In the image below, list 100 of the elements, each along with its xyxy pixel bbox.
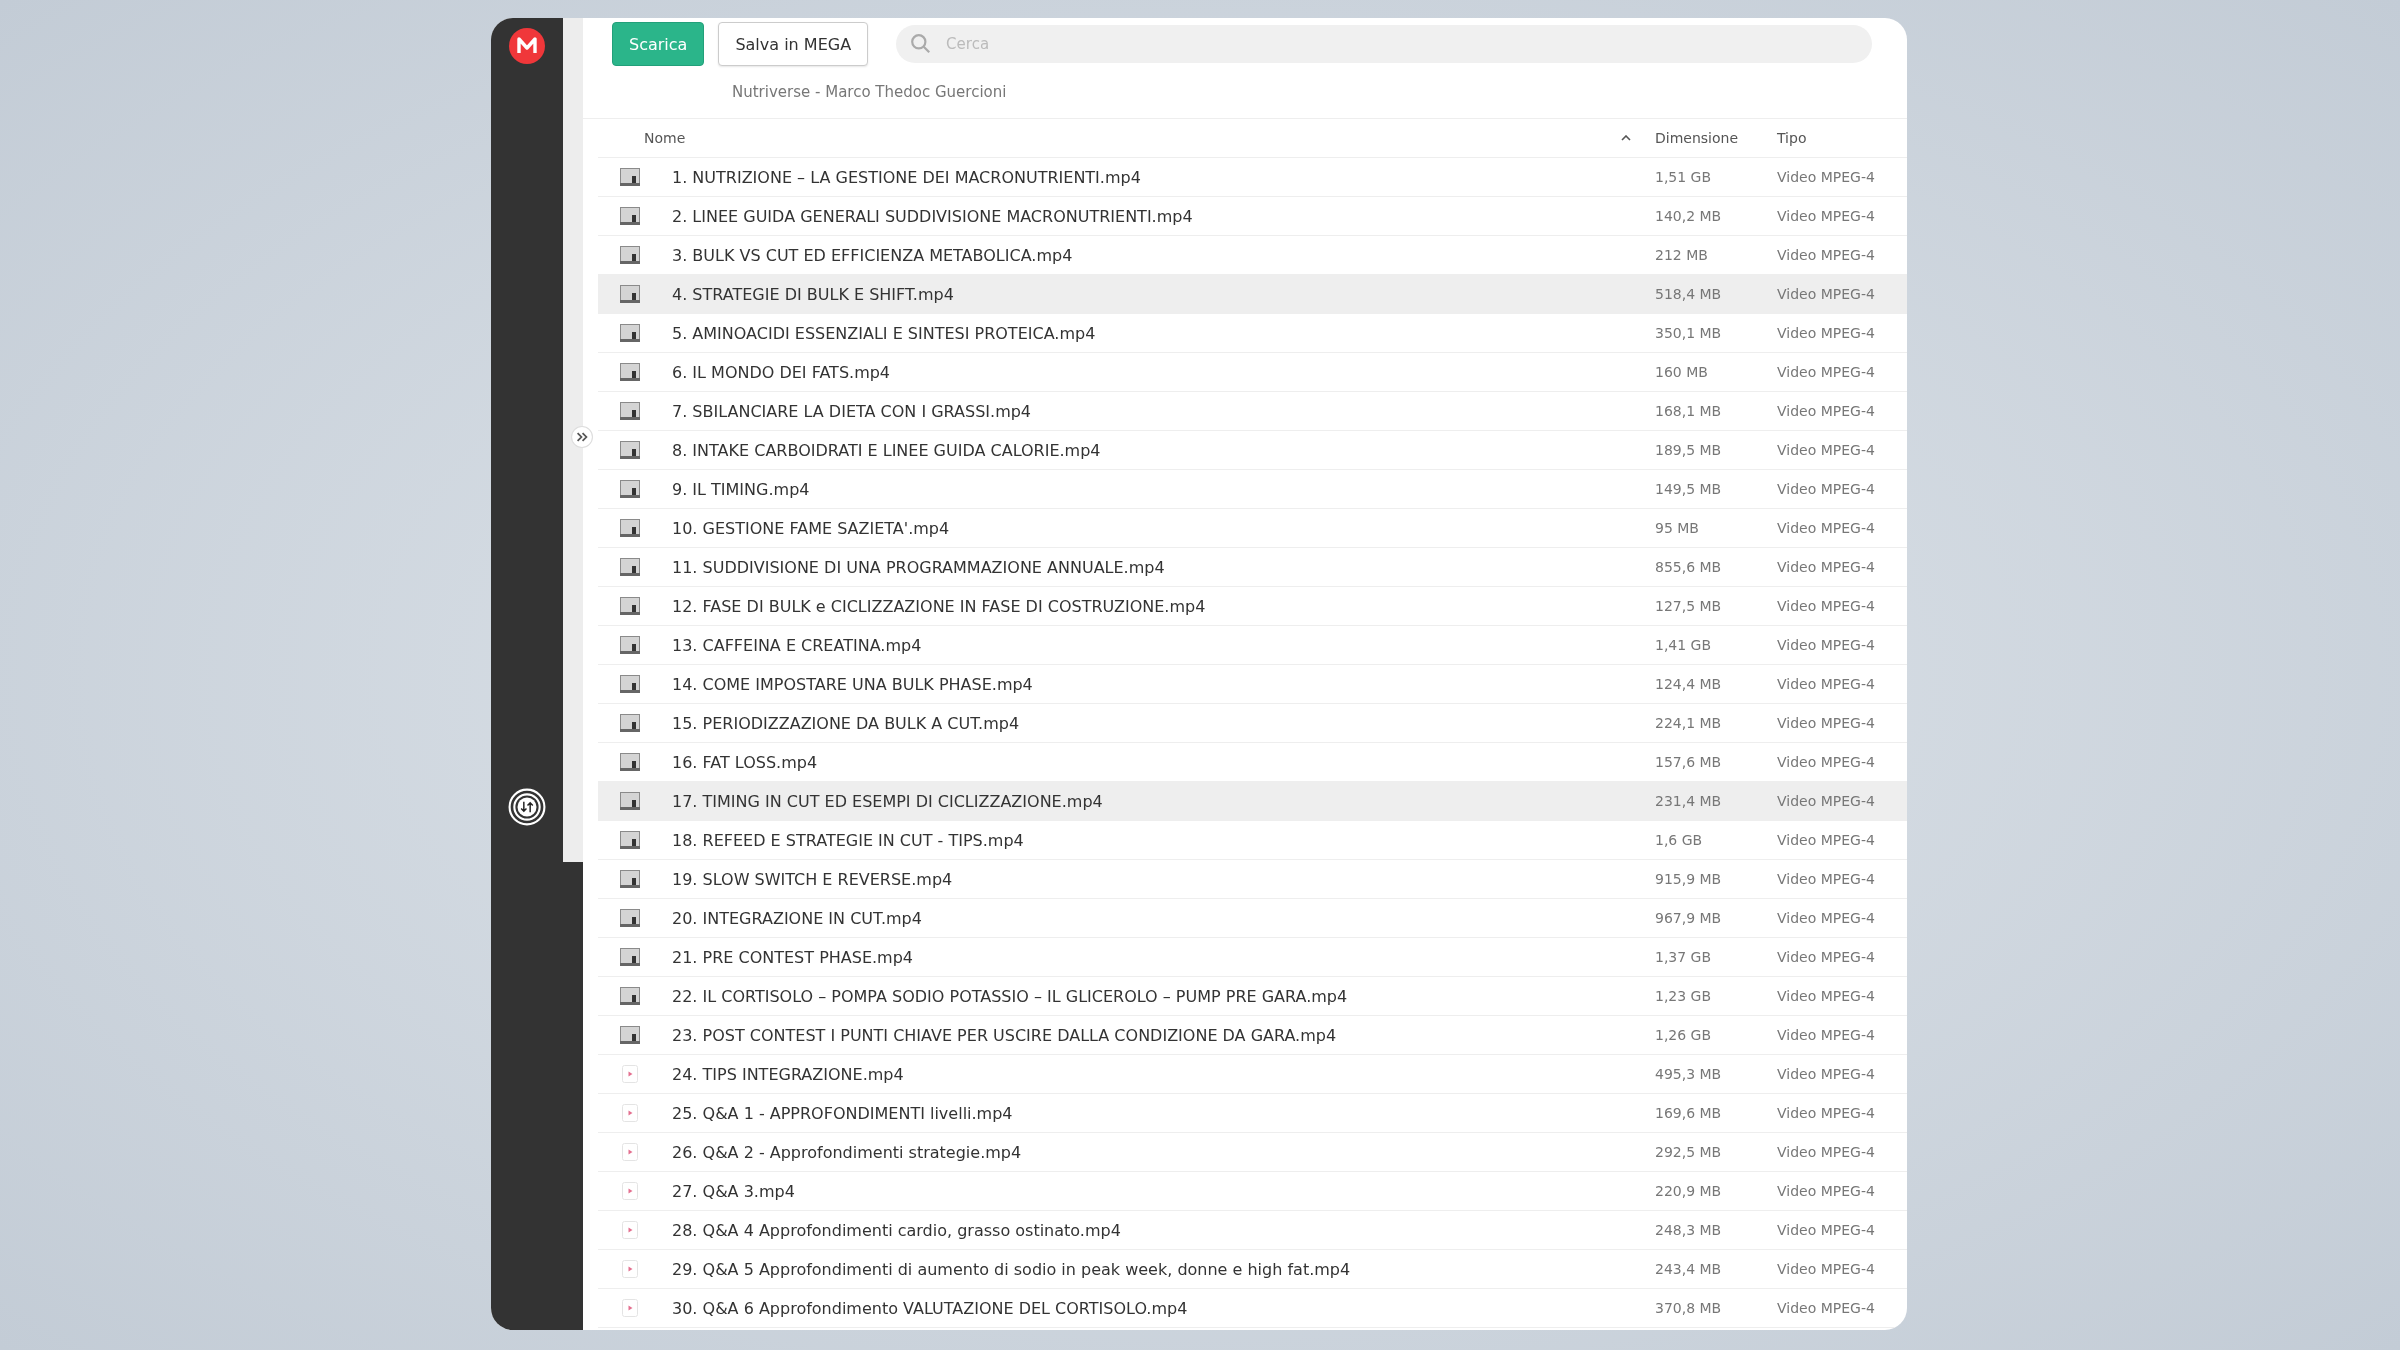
file-row[interactable]: 26. Q&A 2 - Approfondimenti strategie.mp4 292,5 MB Video MPEG-4	[598, 1133, 1907, 1172]
file-type: Video MPEG-4	[1777, 1144, 1875, 1160]
thumbnail-placeholder	[620, 480, 640, 498]
file-name: 27. Q&A 3.mp4	[672, 1181, 795, 1201]
file-size: 124,4 MB	[1655, 676, 1722, 692]
file-row[interactable]: 14. COME IMPOSTARE UNA BULK PHASE.mp4 124,4 MB Video MPEG-4	[598, 665, 1907, 704]
file-row[interactable]: 7. SBILANCIARE LA DIETA CON I GRASSI.mp4 168,1 MB Video MPEG-4	[598, 392, 1907, 431]
thumbnail-placeholder	[620, 558, 640, 576]
file-name: 22. IL CORTISOLO – POMPA SODIO POTASSIO – IL GLICEROLO – PUMP PRE GARA.mp4	[672, 986, 1348, 1006]
video-file-icon	[622, 1065, 638, 1083]
file-row[interactable]: 18. REFEED E STRATEGIE IN CUT - TIPS.mp4 1,6 GB Video MPEG-4	[598, 821, 1907, 860]
file-size: 292,5 MB	[1655, 1144, 1722, 1160]
file-row[interactable]: 2. LINEE GUIDA GENERALI SUDDIVISIONE MACRONUTRIENTI.mp4 140,2 MB Video MPEG-4	[598, 197, 1907, 236]
thumbnail-placeholder	[620, 714, 640, 732]
expand-icon[interactable]	[571, 426, 593, 448]
file-name: 17. TIMING IN CUT ED ESEMPI DI CICLIZZAZIONE.mp4	[672, 791, 1103, 811]
thumbnail-placeholder	[620, 675, 640, 693]
file-size: 1,26 GB	[1655, 1027, 1712, 1043]
file-name: 4. STRATEGIE DI BULK E SHIFT.mp4	[672, 284, 954, 304]
file-type: Video MPEG-4	[1777, 325, 1875, 341]
thumbnail-placeholder	[620, 363, 640, 381]
file-row[interactable]: 13. CAFFEINA E CREATINA.mp4 1,41 GB Video MPEG-4	[598, 626, 1907, 665]
file-row[interactable]: 6. IL MONDO DEI FATS.mp4 160 MB Video MPEG-4	[598, 353, 1907, 392]
thumbnail-placeholder	[620, 324, 640, 342]
logo-icon[interactable]	[509, 28, 545, 64]
file-name: 13. CAFFEINA E CREATINA.mp4	[672, 635, 922, 655]
file-name: 25. Q&A 1 - APPROFONDIMENTI livelli.mp4	[672, 1103, 1013, 1123]
file-row[interactable]: 22. IL CORTISOLO – POMPA SODIO POTASSIO – IL GLICEROLO – PUMP PRE GARA.mp4 1,23 GB Video MPEG-4	[598, 977, 1907, 1016]
thumbnail-placeholder	[620, 402, 640, 420]
thumbnail-placeholder	[620, 168, 640, 186]
file-row[interactable]: 21. PRE CONTEST PHASE.mp4 1,37 GB Video MPEG-4	[598, 938, 1907, 977]
thumbnail-placeholder	[620, 207, 640, 225]
video-file-icon	[622, 1299, 638, 1317]
file-type: Video MPEG-4	[1777, 1105, 1875, 1121]
video-file-icon	[622, 1143, 638, 1161]
file-size: 243,4 MB	[1655, 1261, 1722, 1277]
thumbnail-placeholder	[620, 597, 640, 615]
file-row[interactable]: 4. STRATEGIE DI BULK E SHIFT.mp4 518,4 MB Video MPEG-4	[598, 275, 1907, 314]
file-row[interactable]: 15. PERIODIZZAZIONE DA BULK A CUT.mp4 224,1 MB Video MPEG-4	[598, 704, 1907, 743]
file-row[interactable]: 28. Q&A 4 Approfondimenti cardio, grasso ostinato.mp4 248,3 MB Video MPEG-4	[598, 1211, 1907, 1250]
file-row[interactable]: 5. AMINOACIDI ESSENZIALI E SINTESI PROTEICA.mp4 350,1 MB Video MPEG-4	[598, 314, 1907, 353]
video-file-icon	[622, 1104, 638, 1122]
file-size: 140,2 MB	[1655, 208, 1722, 224]
file-size: 127,5 MB	[1655, 598, 1722, 614]
video-file-icon	[622, 1221, 638, 1239]
file-size: 231,4 MB	[1655, 793, 1722, 809]
file-type: Video MPEG-4	[1777, 169, 1875, 185]
column-header[interactable]: Tipo	[1777, 130, 1807, 146]
file-size: 168,1 MB	[1655, 403, 1722, 419]
thumbnail-placeholder	[620, 246, 640, 264]
file-name: 18. REFEED E STRATEGIE IN CUT - TIPS.mp4	[672, 830, 1024, 850]
file-name: 1. NUTRIZIONE – LA GESTIONE DEI MACRONUTRIENTI.mp4	[672, 167, 1141, 187]
file-row[interactable]: 24. TIPS INTEGRAZIONE.mp4 495,3 MB Video MPEG-4	[598, 1055, 1907, 1094]
thumbnail-placeholder	[620, 285, 640, 303]
breadcrumb[interactable]: Nutriverse - Marco Thedoc Guercioni	[732, 83, 1007, 101]
file-size: 224,1 MB	[1655, 715, 1722, 731]
file-row[interactable]: 20. INTEGRAZIONE IN CUT.mp4 967,9 MB Video MPEG-4	[598, 899, 1907, 938]
column-header[interactable]: Dimensione	[1655, 130, 1739, 146]
file-row[interactable]: 12. FASE DI BULK e CICLIZZAZIONE IN FASE DI COSTRUZIONE.mp4 127,5 MB Video MPEG-4	[598, 587, 1907, 626]
file-type: Video MPEG-4	[1777, 988, 1875, 1004]
file-row[interactable]: 9. IL TIMING.mp4 149,5 MB Video MPEG-4	[598, 470, 1907, 509]
file-row[interactable]: 29. Q&A 5 Approfondimenti di aumento di sodio in peak week, donne e high fat.mp4 243,4 MB Video MPEG-4	[598, 1250, 1907, 1289]
file-type: Video MPEG-4	[1777, 403, 1875, 419]
file-row[interactable]: 10. GESTIONE FAME SAZIETA'.mp4 95 MB Video MPEG-4	[598, 509, 1907, 548]
file-size: 915,9 MB	[1655, 871, 1722, 887]
file-row[interactable]: 11. SUDDIVISIONE DI UNA PROGRAMMAZIONE ANNUALE.mp4 855,6 MB Video MPEG-4	[598, 548, 1907, 587]
file-name: 19. SLOW SWITCH E REVERSE.mp4	[672, 869, 953, 889]
file-row[interactable]: 23. POST CONTEST I PUNTI CHIAVE PER USCIRE DALLA CONDIZIONE DA GARA.mp4 1,26 GB Video MPEG-4	[598, 1016, 1907, 1055]
file-type: Video MPEG-4	[1777, 676, 1875, 692]
file-size: 157,6 MB	[1655, 754, 1722, 770]
file-type: Video MPEG-4	[1777, 598, 1875, 614]
file-size: 1,37 GB	[1655, 949, 1712, 965]
thumbnail-placeholder	[620, 519, 640, 537]
file-row[interactable]: 1. NUTRIZIONE – LA GESTIONE DEI MACRONUTRIENTI.mp4 1,51 GB Video MPEG-4	[598, 158, 1907, 197]
video-file-icon	[622, 1182, 638, 1200]
file-row[interactable]: 19. SLOW SWITCH E REVERSE.mp4 915,9 MB Video MPEG-4	[598, 860, 1907, 899]
file-type: Video MPEG-4	[1777, 1066, 1875, 1082]
save-button[interactable]: Salva in MEGA	[718, 22, 869, 66]
file-name: 20. INTEGRAZIONE IN CUT.mp4	[672, 908, 922, 928]
file-size: 370,8 MB	[1655, 1300, 1722, 1316]
column-header[interactable]: Nome	[644, 130, 686, 146]
file-type: Video MPEG-4	[1777, 442, 1875, 458]
thumbnail-placeholder	[620, 909, 640, 927]
sync-icon[interactable]	[508, 788, 546, 826]
file-size: 169,6 MB	[1655, 1105, 1722, 1121]
sort-caret-icon[interactable]	[1621, 135, 1631, 141]
file-row[interactable]: 17. TIMING IN CUT ED ESEMPI DI CICLIZZAZIONE.mp4 231,4 MB Video MPEG-4	[598, 782, 1907, 821]
file-name: 7. SBILANCIARE LA DIETA CON I GRASSI.mp4	[672, 401, 1032, 421]
thumbnail-placeholder	[620, 987, 640, 1005]
file-type: Video MPEG-4	[1777, 910, 1875, 926]
file-row[interactable]: 25. Q&A 1 - APPROFONDIMENTI livelli.mp4 169,6 MB Video MPEG-4	[598, 1094, 1907, 1133]
file-row[interactable]: 27. Q&A 3.mp4 220,9 MB Video MPEG-4	[598, 1172, 1907, 1211]
file-row[interactable]: 8. INTAKE CARBOIDRATI E LINEE GUIDA CALORIE.mp4 189,5 MB Video MPEG-4	[598, 431, 1907, 470]
file-name: 11. SUDDIVISIONE DI UNA PROGRAMMAZIONE ANNUALE.mp4	[672, 557, 1165, 577]
file-row[interactable]: 30. Q&A 6 Approfondimento VALUTAZIONE DEL CORTISOLO.mp4 370,8 MB Video MPEG-4	[598, 1289, 1907, 1328]
thumbnail-placeholder	[620, 636, 640, 654]
file-name: 28. Q&A 4 Approfondimenti cardio, grasso ostinato.mp4	[672, 1220, 1121, 1240]
file-name: 24. TIPS INTEGRAZIONE.mp4	[672, 1064, 904, 1084]
file-type: Video MPEG-4	[1777, 559, 1875, 575]
file-size: 248,3 MB	[1655, 1222, 1722, 1238]
